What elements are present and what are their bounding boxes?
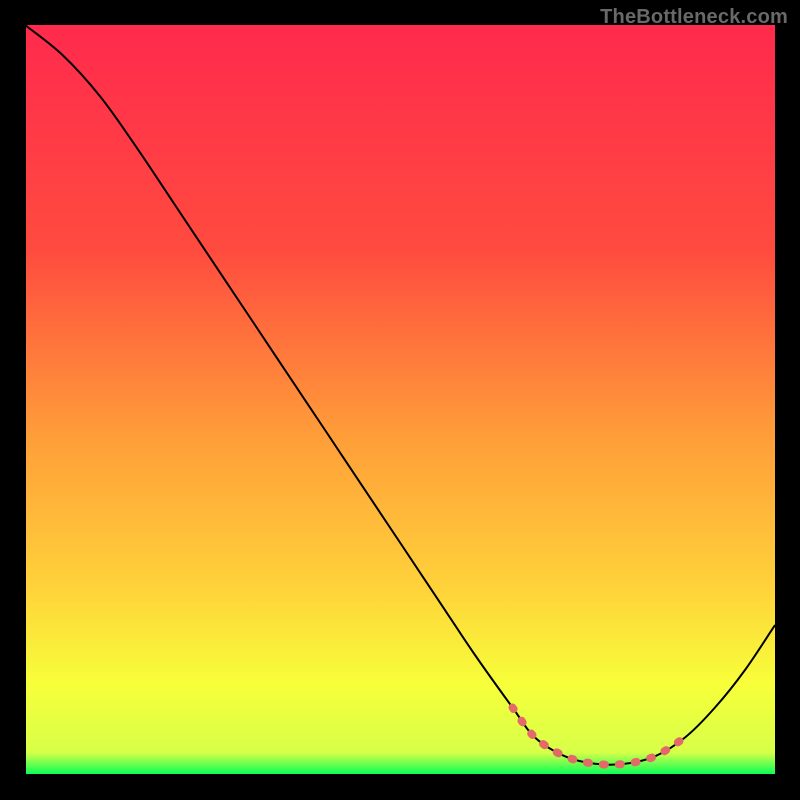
chart-container (25, 25, 775, 775)
gradient-background (25, 25, 775, 775)
bottleneck-chart (25, 25, 775, 775)
